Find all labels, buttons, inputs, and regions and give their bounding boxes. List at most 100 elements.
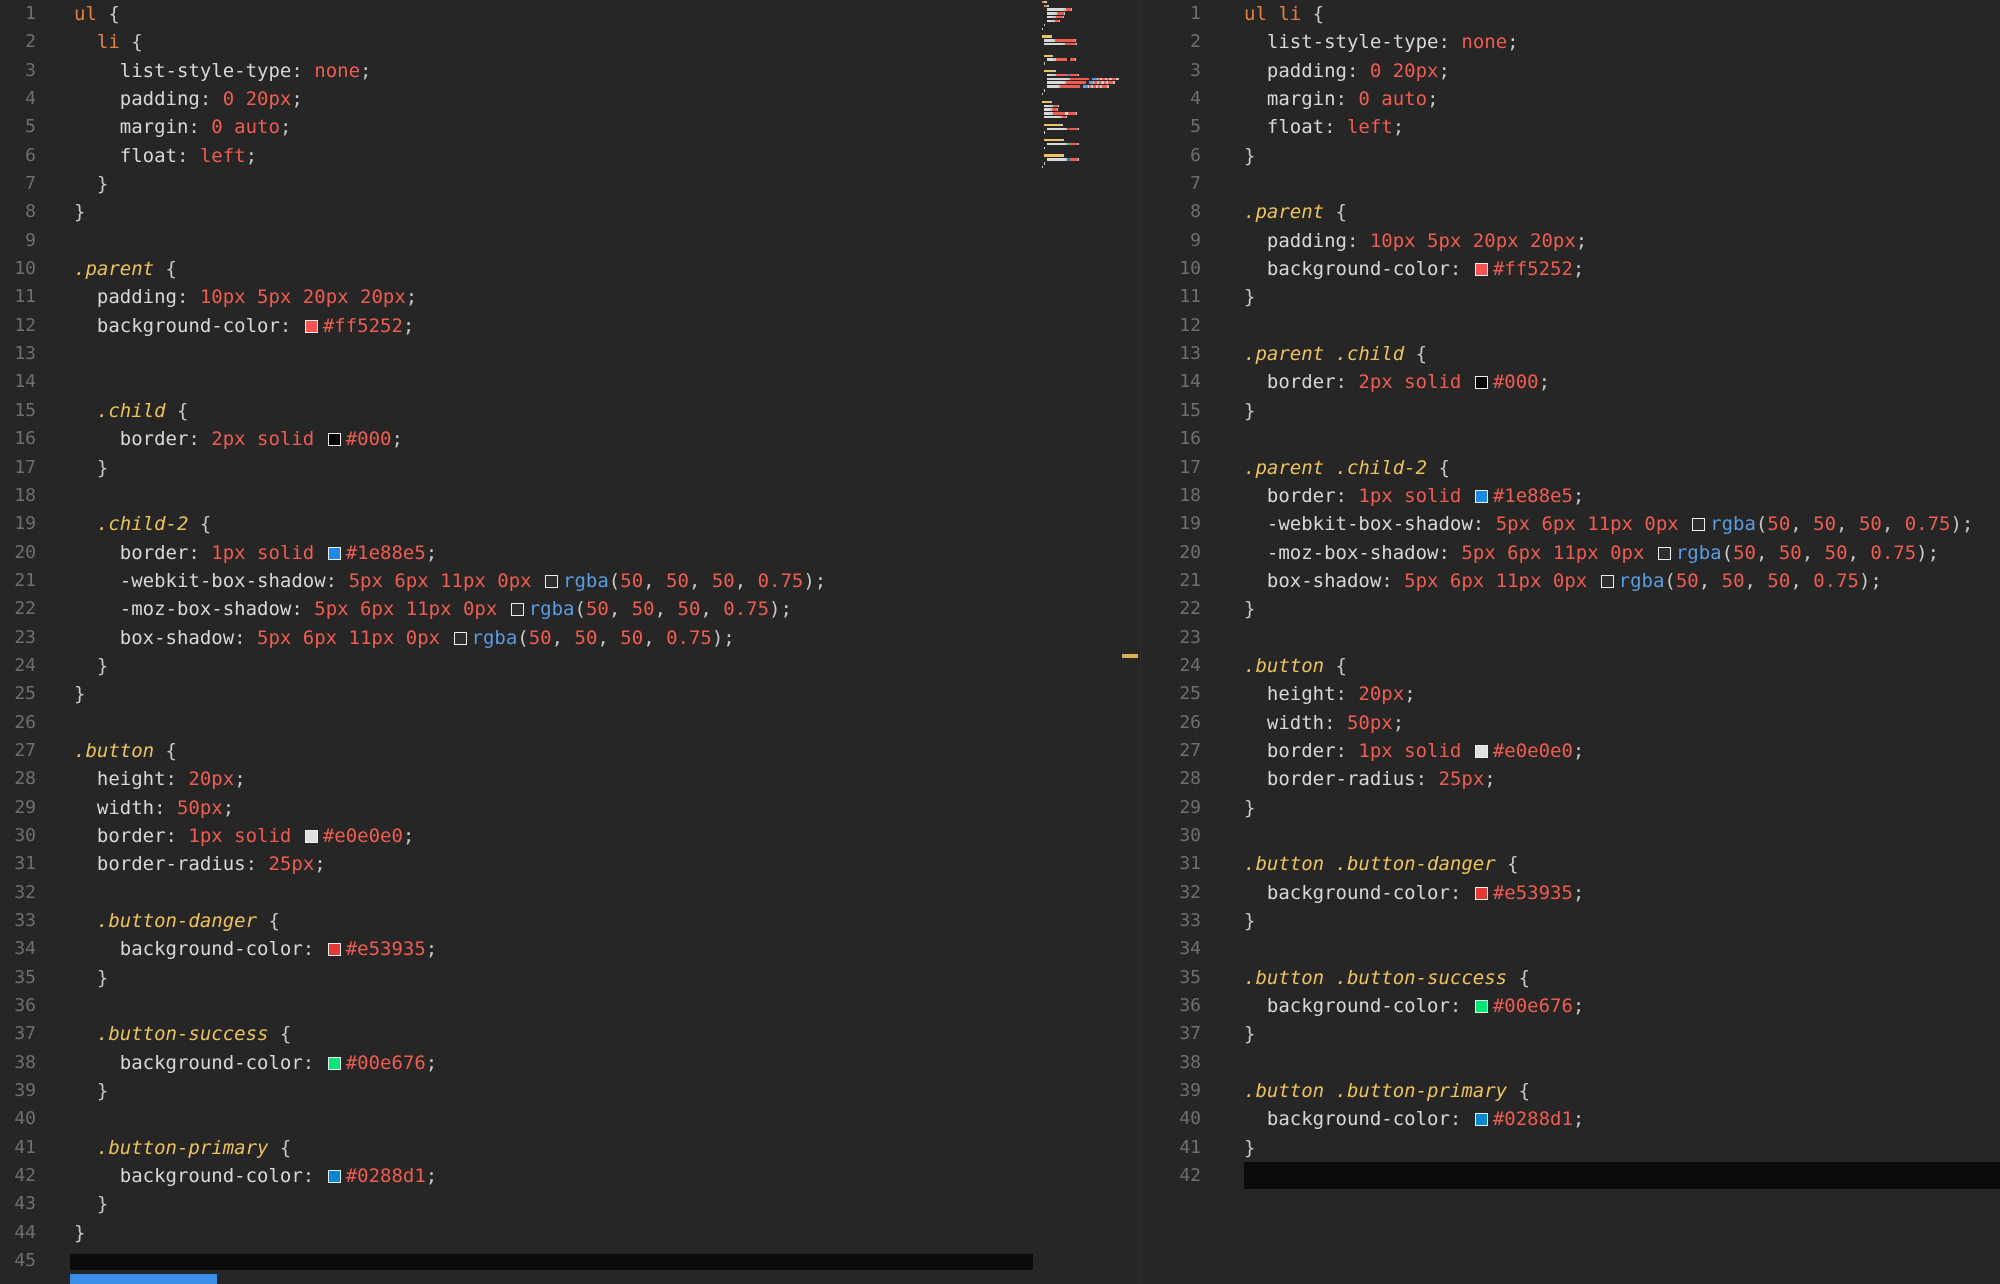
line-number[interactable]: 29 <box>0 794 36 822</box>
line-number[interactable]: 18 <box>0 482 36 510</box>
color-swatch[interactable] <box>545 574 559 588</box>
code-line[interactable]: 15} <box>1141 397 2000 425</box>
code-line[interactable]: 25} <box>0 680 1140 708</box>
line-number[interactable]: 27 <box>0 737 36 765</box>
line-number[interactable]: 6 <box>0 142 36 170</box>
line-number[interactable]: 23 <box>0 624 36 652</box>
minimap[interactable] <box>1042 0 1126 178</box>
line-number[interactable]: 40 <box>1141 1105 1201 1133</box>
code-line[interactable]: 24 } <box>0 652 1140 680</box>
line-number[interactable]: 30 <box>1141 822 1201 850</box>
line-number[interactable]: 17 <box>1141 454 1201 482</box>
code-line[interactable]: 20 border: 1px solid #1e88e5; <box>0 539 1140 567</box>
editor-pane-left[interactable]: 1 ul {2 li {3 list-style-type: none; 4 pad… <box>0 0 1140 1284</box>
code-line[interactable]: 16 border: 2px solid #000; <box>0 425 1140 453</box>
code-line[interactable]: 8 .parent { <box>1141 198 2000 226</box>
line-number[interactable]: 45 <box>0 1247 36 1275</box>
line-number[interactable]: 22 <box>0 595 36 623</box>
line-number[interactable]: 2 <box>1141 28 1201 56</box>
code-line[interactable]: 27 .button { <box>0 737 1140 765</box>
code-line[interactable]: 26 <box>0 709 1140 737</box>
editor-pane-right[interactable]: 1 ul li {2 list-style-type: none; 3 paddin… <box>1140 0 2000 1284</box>
line-number[interactable]: 8 <box>1141 198 1201 226</box>
code-line[interactable]: 37 .button-success { <box>0 1020 1140 1048</box>
line-number[interactable]: 15 <box>0 397 36 425</box>
line-number[interactable]: 41 <box>1141 1134 1201 1162</box>
code-line[interactable]: 34 background-color: #e53935; <box>0 935 1140 963</box>
line-number[interactable]: 12 <box>0 312 36 340</box>
line-number[interactable]: 9 <box>0 227 36 255</box>
code-line[interactable]: 3 padding: 0 20px; <box>1141 57 2000 85</box>
code-line[interactable]: 32 background-color: #e53935; <box>1141 879 2000 907</box>
color-swatch[interactable] <box>1657 546 1671 560</box>
line-number[interactable]: 10 <box>1141 255 1201 283</box>
line-number[interactable]: 34 <box>1141 935 1201 963</box>
line-number[interactable]: 35 <box>1141 964 1201 992</box>
code-line[interactable]: 39 .button .button-primary { <box>1141 1077 2000 1105</box>
color-swatch[interactable] <box>327 943 341 957</box>
line-number[interactable]: 5 <box>0 113 36 141</box>
line-number[interactable]: 17 <box>0 454 36 482</box>
color-swatch[interactable] <box>1474 744 1488 758</box>
code-line[interactable]: 40 <box>0 1105 1140 1133</box>
code-line[interactable]: 44} <box>0 1219 1140 1247</box>
code-line[interactable]: 43 } <box>0 1190 1140 1218</box>
line-number[interactable]: 43 <box>0 1190 36 1218</box>
code-line[interactable]: 36 background-color: #00e676; <box>1141 992 2000 1020</box>
code-line[interactable]: 22} <box>1141 595 2000 623</box>
code-line[interactable]: 19 -webkit-box-shadow: 5px 6px 11px 0px … <box>1141 510 2000 538</box>
line-number[interactable]: 1 <box>1141 0 1201 28</box>
color-swatch[interactable] <box>453 631 467 645</box>
code-line[interactable]: 30 <box>1141 822 2000 850</box>
code-line[interactable]: 37} <box>1141 1020 2000 1048</box>
code-line[interactable]: 16 <box>1141 425 2000 453</box>
line-number[interactable]: 3 <box>1141 57 1201 85</box>
line-number[interactable]: 4 <box>1141 85 1201 113</box>
line-number[interactable]: 22 <box>1141 595 1201 623</box>
line-number[interactable]: 19 <box>1141 510 1201 538</box>
code-line[interactable]: 33 .button-danger { <box>0 907 1140 935</box>
line-number[interactable]: 7 <box>0 170 36 198</box>
line-number[interactable]: 39 <box>0 1077 36 1105</box>
line-number[interactable]: 29 <box>1141 794 1201 822</box>
code-line[interactable]: 41} <box>1141 1134 2000 1162</box>
line-number[interactable]: 8 <box>0 198 36 226</box>
code-line[interactable]: 1 ul li { <box>1141 0 2000 28</box>
code-line[interactable]: 19 .child-2 { <box>0 510 1140 538</box>
line-number[interactable]: 28 <box>0 765 36 793</box>
line-number[interactable]: 4 <box>0 85 36 113</box>
color-swatch[interactable] <box>304 829 318 843</box>
line-number[interactable]: 3 <box>0 57 36 85</box>
code-line[interactable]: 26 width: 50px; <box>1141 709 2000 737</box>
line-number[interactable]: 30 <box>0 822 36 850</box>
line-number[interactable]: 6 <box>1141 142 1201 170</box>
code-line[interactable]: 31 .button .button-danger { <box>1141 850 2000 878</box>
code-line[interactable]: 35 } <box>0 964 1140 992</box>
line-number[interactable]: 24 <box>1141 652 1201 680</box>
line-number[interactable]: 32 <box>0 879 36 907</box>
code-line[interactable]: 24 .button { <box>1141 652 2000 680</box>
code-line[interactable]: 30 border: 1px solid #e0e0e0; <box>0 822 1140 850</box>
line-number[interactable]: 21 <box>1141 567 1201 595</box>
code-line[interactable]: 23 <box>1141 624 2000 652</box>
code-line[interactable]: 17 .parent .child-2 { <box>1141 454 2000 482</box>
line-number[interactable]: 25 <box>0 680 36 708</box>
line-number[interactable]: 42 <box>1141 1162 1201 1190</box>
line-number[interactable]: 33 <box>1141 907 1201 935</box>
code-line[interactable]: 28 height: 20px; <box>0 765 1140 793</box>
code-line[interactable]: 15 .child { <box>0 397 1140 425</box>
color-swatch[interactable] <box>304 319 318 333</box>
code-line[interactable]: 1 ul { <box>0 0 1140 28</box>
code-line[interactable]: 18 border: 1px solid #1e88e5; <box>1141 482 2000 510</box>
code-line[interactable]: 18 <box>0 482 1140 510</box>
color-swatch[interactable] <box>1600 574 1614 588</box>
horizontal-scrollbar-left[interactable] <box>70 1254 1033 1270</box>
line-number[interactable]: 20 <box>0 539 36 567</box>
code-line[interactable]: 25 height: 20px; <box>1141 680 2000 708</box>
code-line[interactable]: 20 -moz-box-shadow: 5px 6px 11px 0px rgb… <box>1141 539 2000 567</box>
color-swatch[interactable] <box>1474 376 1488 390</box>
color-swatch[interactable] <box>1474 886 1488 900</box>
code-line[interactable]: 38 <box>1141 1049 2000 1077</box>
line-number[interactable]: 38 <box>1141 1049 1201 1077</box>
code-line[interactable]: 21 box-shadow: 5px 6px 11px 0px rgba(50,… <box>1141 567 2000 595</box>
